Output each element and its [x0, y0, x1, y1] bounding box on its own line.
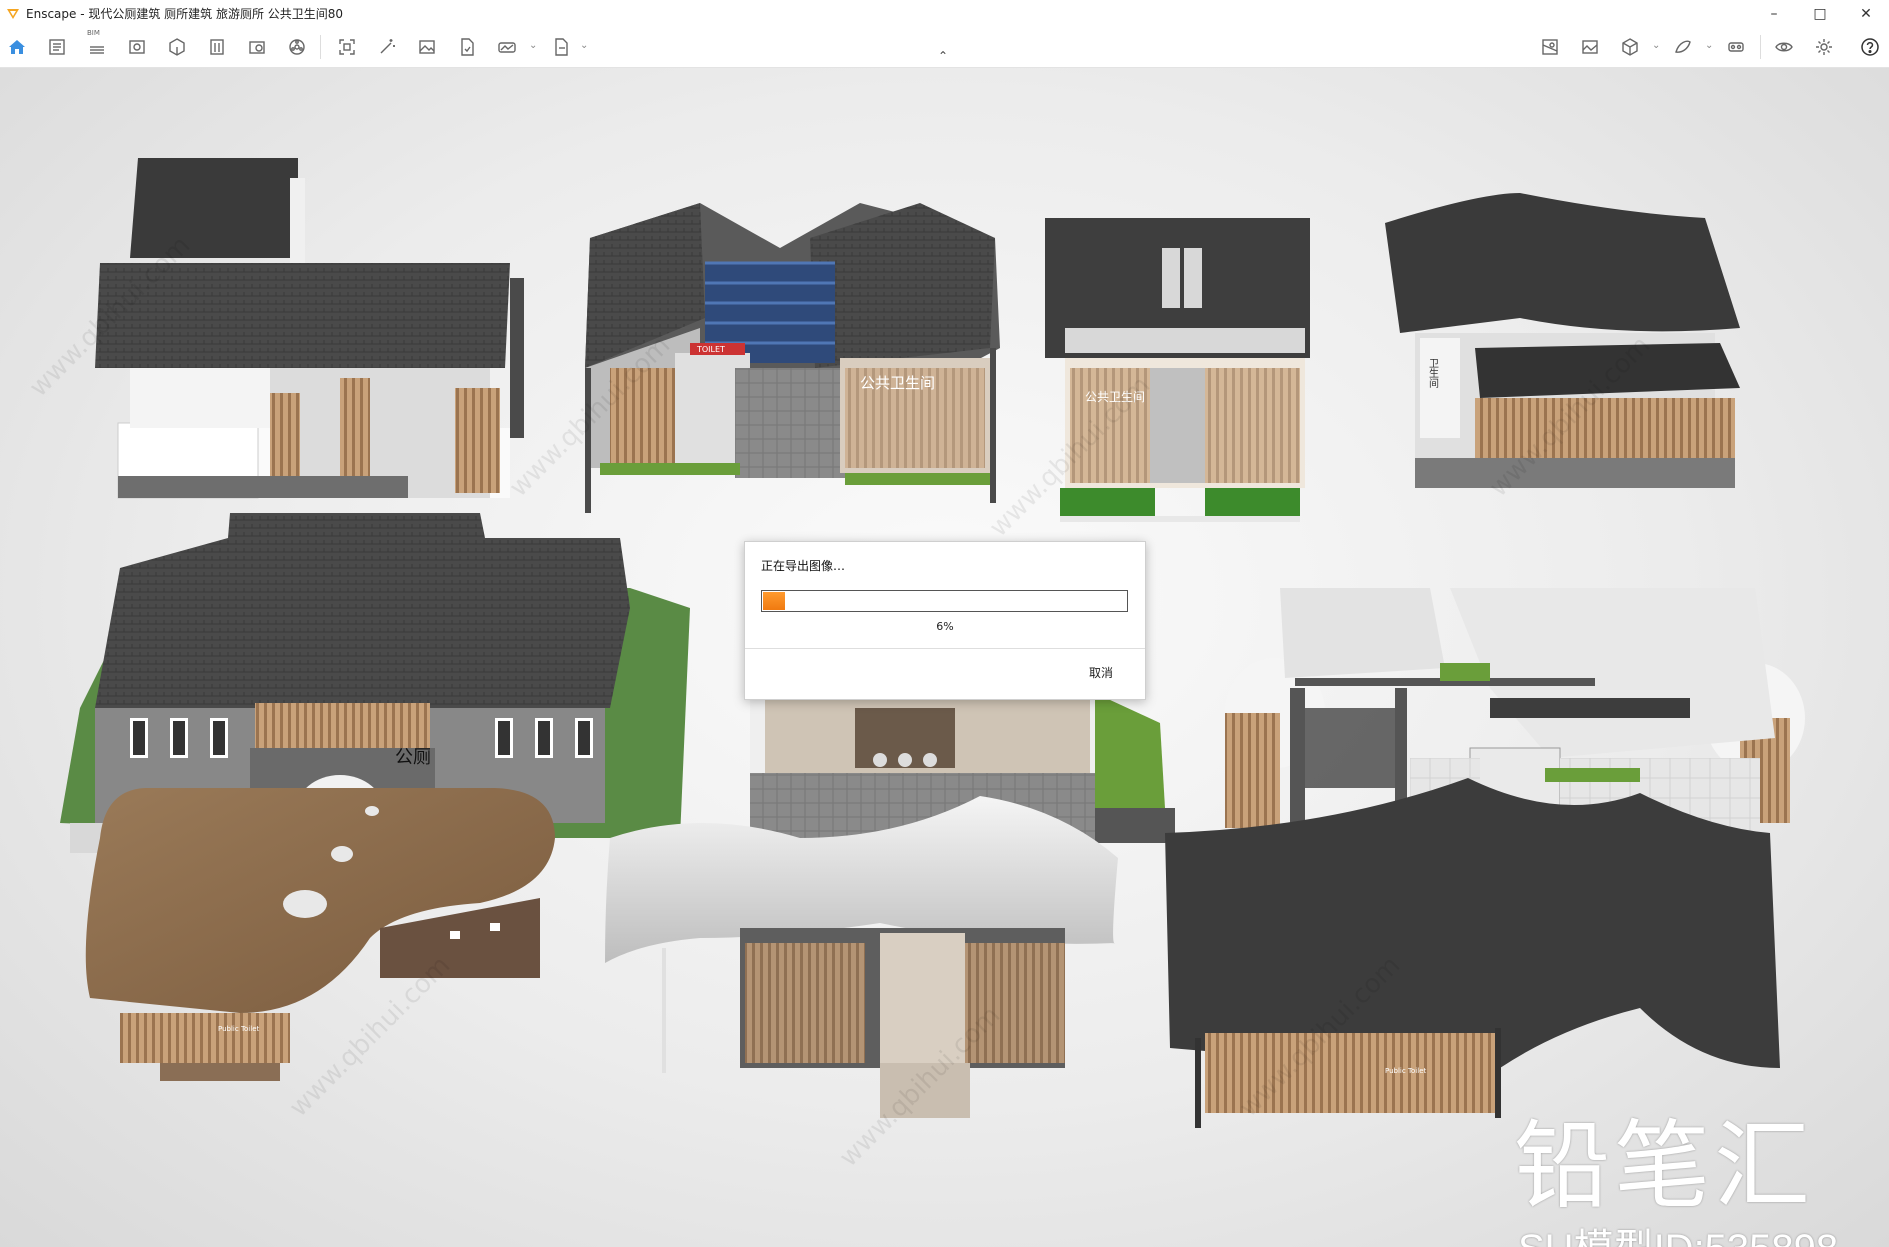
progress-bar	[761, 590, 1128, 612]
toolbar: BIM ⌄ ⌄ ⌃ ⌄ ⌄	[0, 27, 1889, 68]
title-bar: Enscape - 现代公厕建筑 厕所建筑 旅游厕所 公共卫生间80 – □ ✕	[0, 0, 1889, 27]
toolbar-separator	[320, 35, 321, 59]
asset-cube-icon[interactable]	[1619, 36, 1641, 58]
file-icon[interactable]	[456, 36, 478, 58]
home-icon[interactable]	[6, 36, 28, 58]
material-icon[interactable]	[1672, 36, 1694, 58]
chevron-down-icon[interactable]: ⌄	[529, 40, 537, 51]
public-toilet-label-8: Public Toilet	[218, 1025, 260, 1033]
gear-icon[interactable]	[1813, 36, 1835, 58]
toolbar-separator	[1760, 35, 1761, 59]
export-icon[interactable]	[550, 36, 572, 58]
view-icon[interactable]	[126, 36, 148, 58]
maximize-button[interactable]: □	[1797, 0, 1843, 27]
toilet-model-9	[605, 796, 1118, 1118]
eye-icon[interactable]	[1773, 36, 1795, 58]
public-toilet-sign: 公共卫生间	[860, 374, 935, 392]
toilet-sign-text: TOILET	[696, 345, 725, 354]
dialog-message: 正在导出图像…	[761, 559, 846, 573]
chevron-down-icon[interactable]: ⌄	[1705, 40, 1713, 51]
toilet-model-1	[95, 158, 524, 499]
toilet-model-8: Public Toilet	[85, 788, 555, 1081]
collapse-toolbar-button[interactable]: ⌃	[938, 49, 948, 63]
screenshot-icon[interactable]	[336, 36, 358, 58]
close-button[interactable]: ✕	[1843, 0, 1889, 27]
map-icon[interactable]	[1539, 36, 1561, 58]
public-toilet-label-10: Public Toilet	[1385, 1067, 1427, 1075]
settings-wheel-icon[interactable]	[286, 36, 308, 58]
toilet-model-10: Public Toilet	[1165, 778, 1780, 1128]
progress-bar-fill	[763, 592, 785, 610]
export-progress-dialog: 正在导出图像… 6% 取消	[744, 541, 1146, 700]
window-title: Enscape - 现代公厕建筑 厕所建筑 旅游厕所 公共卫生间80	[26, 7, 344, 21]
watermark-model-id: SU模型ID:535898	[1518, 1216, 1838, 1247]
magic-icon[interactable]	[376, 36, 398, 58]
chevron-down-icon[interactable]: ⌄	[580, 40, 588, 51]
toilet-model-3: 公共卫生间	[1045, 218, 1310, 522]
gallery-icon[interactable]	[1579, 36, 1601, 58]
list-icon[interactable]	[46, 36, 68, 58]
bim-icon[interactable]	[86, 36, 108, 58]
help-icon[interactable]	[1859, 36, 1881, 58]
progress-percent: 6%	[936, 620, 954, 633]
enscape-logo-icon	[7, 8, 19, 19]
dialog-divider	[745, 648, 1145, 649]
capture-icon[interactable]	[246, 36, 268, 58]
gongce-sign: 公厕	[395, 747, 431, 768]
image-icon[interactable]	[416, 36, 438, 58]
building-icon[interactable]	[206, 36, 228, 58]
watermark-brand: 铅笔汇	[1514, 1110, 1814, 1222]
cube-icon[interactable]	[166, 36, 188, 58]
panorama-icon[interactable]	[496, 36, 518, 58]
cancel-button[interactable]: 取消	[1089, 664, 1113, 681]
chevron-down-icon[interactable]: ⌄	[1652, 40, 1660, 51]
vr-headset-icon[interactable]	[1725, 36, 1747, 58]
wc-sign: 卫生间	[1427, 358, 1439, 389]
minimize-button[interactable]: –	[1751, 0, 1797, 27]
